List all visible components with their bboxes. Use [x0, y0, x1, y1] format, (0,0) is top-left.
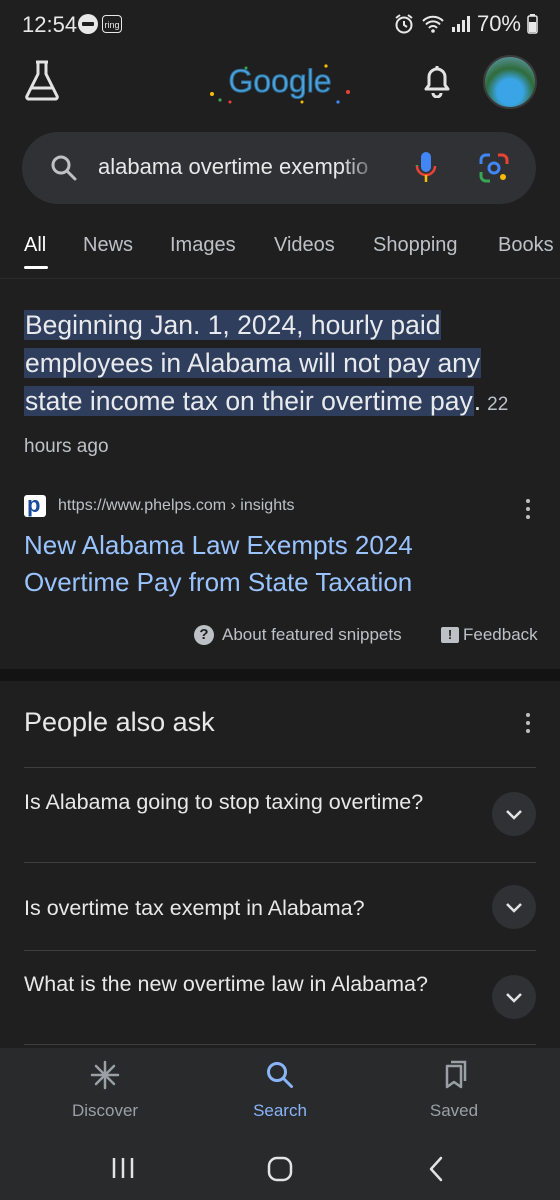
back-icon[interactable]: [426, 1155, 446, 1183]
feedback-link[interactable]: ! Feedback: [441, 625, 538, 645]
alarm-icon: [395, 14, 413, 34]
nav-discover-label: Discover: [71, 1101, 139, 1120]
tab-news[interactable]: News: [83, 234, 133, 257]
help-icon: ?: [194, 625, 214, 645]
home-icon[interactable]: [267, 1156, 293, 1182]
paa-question-text: Is overtime tax exempt in Alabama?: [24, 896, 365, 920]
nav-saved-label: Saved: [429, 1101, 479, 1120]
ring-app-icon: ring: [102, 15, 122, 33]
expand-chevron-button[interactable]: [492, 792, 536, 836]
featured-snippet: Beginning Jan. 1, 2024, hourly paid empl…: [0, 279, 560, 669]
google-doodle-logo[interactable]: Google: [200, 58, 360, 108]
tab-all[interactable]: All: [24, 234, 46, 257]
status-bar: 12:54 ring 70%: [0, 0, 560, 50]
chevron-down-icon: [506, 903, 522, 913]
notifications-bell-icon[interactable]: [420, 62, 454, 98]
paa-more-options-icon[interactable]: [526, 713, 530, 733]
paa-question-1[interactable]: Is Alabama going to stop taxing overtime…: [24, 767, 536, 862]
tab-images[interactable]: Images: [170, 234, 236, 257]
about-featured-snippets-link[interactable]: ? About featured snippets: [194, 625, 402, 645]
do-not-disturb-icon: [78, 14, 98, 34]
battery-percent: 70%: [476, 11, 521, 36]
paa-question-2[interactable]: Is overtime tax exempt in Alabama?: [24, 862, 536, 951]
tab-active-indicator: [24, 266, 48, 269]
expand-chevron-button[interactable]: [492, 885, 536, 929]
bottom-navigation: Discover Search Saved: [0, 1048, 560, 1136]
tab-shopping[interactable]: Shopping: [373, 234, 458, 257]
discover-asterisk-icon: [90, 1060, 120, 1090]
chevron-down-icon: [506, 810, 522, 820]
nav-discover[interactable]: Discover: [45, 1060, 165, 1121]
result-more-options-icon[interactable]: [526, 499, 530, 519]
nav-search-label: Search: [253, 1101, 307, 1120]
microphone-icon[interactable]: [414, 150, 438, 186]
feedback-icon: !: [441, 627, 459, 643]
search-icon: [267, 1062, 293, 1088]
search-bar[interactable]: alabama overtime exemptio: [22, 132, 536, 204]
saved-bookmark-icon: [445, 1060, 467, 1089]
paa-question-text: What is the new overtime law in Alabama?: [24, 972, 428, 996]
google-logo-text: Google: [228, 63, 331, 99]
signal-icon: [451, 16, 470, 32]
source-favicon[interactable]: [24, 492, 46, 518]
search-icon: [51, 155, 77, 181]
paa-question-3[interactable]: What is the new overtime law in Alabama?: [24, 950, 536, 1045]
snippet-text-block: Beginning Jan. 1, 2024, hourly paid empl…: [24, 306, 524, 466]
search-tabs: All News Images Videos Shopping Books: [0, 218, 560, 279]
snippet-period: .: [473, 386, 482, 416]
feedback-label: Feedback: [463, 625, 538, 644]
system-navigation-bar: [0, 1136, 560, 1200]
paa-question-text: Is Alabama going to stop taxing overtime…: [24, 790, 424, 814]
people-also-ask: People also ask Is Alabama going to stop…: [0, 681, 560, 1051]
status-time: 12:54: [22, 12, 78, 37]
labs-flask-icon[interactable]: [22, 58, 62, 102]
expand-chevron-button[interactable]: [492, 975, 536, 1019]
about-snippets-label: About featured snippets: [222, 625, 402, 644]
tab-books[interactable]: Books: [498, 234, 554, 257]
status-right: 70%: [393, 11, 538, 37]
search-input[interactable]: alabama overtime exemptio: [98, 154, 384, 180]
recent-apps-icon[interactable]: [110, 1156, 136, 1180]
snippet-highlighted-text: Beginning Jan. 1, 2024, hourly paid empl…: [24, 310, 482, 416]
battery-icon: [527, 14, 538, 34]
paa-title: People also ask: [24, 707, 215, 737]
google-lens-icon[interactable]: [478, 152, 510, 184]
account-avatar[interactable]: [483, 55, 537, 109]
section-divider: [0, 669, 560, 681]
result-title-link[interactable]: New Alabama Law Exempts 2024 Overtime Pa…: [24, 527, 524, 601]
source-url[interactable]: https://www.phelps.com › insights: [58, 497, 295, 515]
tab-videos[interactable]: Videos: [274, 234, 335, 257]
wifi-icon: [422, 15, 444, 33]
nav-search[interactable]: Search: [220, 1060, 340, 1121]
nav-saved[interactable]: Saved: [394, 1060, 514, 1121]
chevron-down-icon: [506, 993, 522, 1003]
